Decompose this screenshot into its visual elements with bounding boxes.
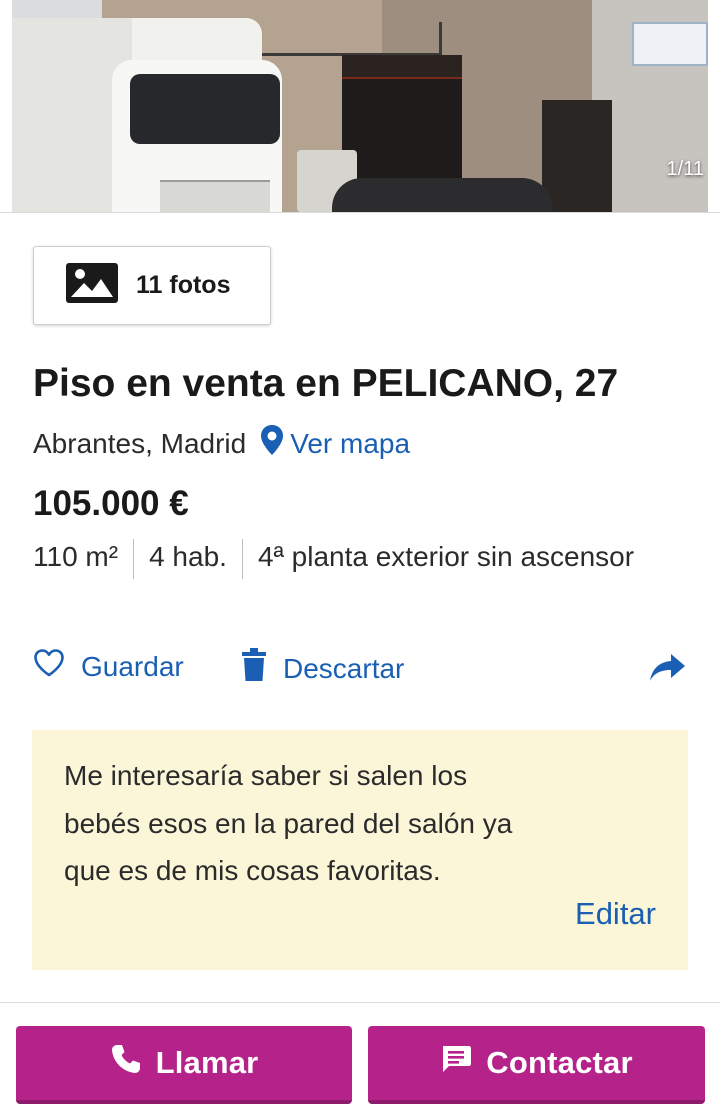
discard-button[interactable]: Descartar — [241, 648, 404, 689]
listing-features: 110 m² 4 hab. 4ª planta exterior sin ascen… — [33, 533, 673, 581]
share-button[interactable] — [649, 652, 687, 689]
heart-outline-icon — [33, 648, 65, 685]
listing-price: 105.000 € — [33, 484, 189, 523]
location-text: Abrantes, Madrid — [33, 427, 247, 459]
trash-icon — [241, 648, 267, 689]
view-map-label: Ver mapa — [290, 427, 411, 459]
call-label: Llamar — [155, 1045, 259, 1080]
photo-windshield — [130, 74, 280, 144]
divider — [0, 1002, 720, 1003]
call-button[interactable]: Llamar — [16, 1026, 352, 1104]
photo-door — [542, 100, 612, 212]
contact-label: Contactar — [486, 1045, 633, 1080]
photo-shop-sign — [342, 55, 462, 79]
save-label: Guardar — [81, 650, 184, 682]
save-button[interactable]: Guardar — [33, 648, 184, 685]
photos-button-label: 11 fotos — [136, 271, 231, 299]
view-map-link[interactable]: Ver mapa — [260, 424, 410, 463]
discard-label: Descartar — [283, 652, 405, 684]
contact-button[interactable]: Contactar — [368, 1026, 705, 1104]
photo-balcony — [252, 22, 442, 56]
photo-sign — [632, 22, 708, 66]
listing-actions: Guardar Descartar — [33, 648, 693, 692]
feature-area: 110 m² — [33, 541, 119, 572]
map-pin-icon — [260, 424, 284, 463]
photo-car — [332, 178, 552, 212]
personal-note: Me interesaría saber si salen los bebés … — [32, 730, 688, 970]
chat-icon — [440, 1044, 472, 1082]
bottom-action-bar: Llamar Contactar — [0, 1018, 720, 1113]
phone-icon — [110, 1043, 142, 1083]
location-row: Abrantes, Madrid Ver mapa — [33, 424, 410, 463]
feature-floor: 4ª planta exterior sin ascensor — [257, 541, 635, 572]
photos-button[interactable]: 11 fotos — [33, 246, 271, 325]
feature-rooms: 4 hab. — [149, 541, 227, 572]
share-arrow-icon — [649, 652, 687, 689]
photo-grille — [160, 180, 270, 212]
photo-counter: 1/11 — [666, 158, 704, 180]
image-icon — [66, 263, 118, 308]
divider — [0, 212, 720, 213]
listing-photo[interactable]: 1/11 — [12, 0, 708, 212]
feature-separator — [241, 538, 243, 579]
feature-separator — [133, 538, 135, 579]
listing-title: Piso en venta en PELICANO, 27 — [33, 362, 619, 405]
edit-note-button[interactable]: Editar — [575, 896, 656, 932]
note-text: Me interesaría saber si salen los bebés … — [64, 760, 513, 886]
